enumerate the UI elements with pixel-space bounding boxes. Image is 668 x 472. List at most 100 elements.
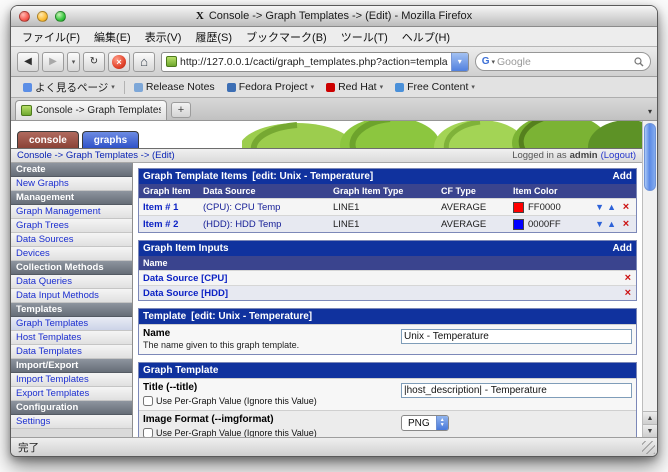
new-tab-button[interactable]: +	[171, 102, 191, 118]
search-input[interactable]	[497, 56, 632, 68]
logout-link[interactable]: (Logout)	[601, 150, 636, 161]
stop-button[interactable]: ×	[108, 52, 130, 72]
sidebar-item-devices[interactable]: Devices	[11, 247, 132, 261]
bookmark-folder-redhat[interactable]: Red Hat ▾	[320, 80, 389, 94]
scrollbar-thumb[interactable]	[644, 123, 656, 191]
list-all-tabs-button[interactable]: ▾	[648, 107, 652, 116]
breadcrumb-bar: Console -> Graph Templates -> (Edit) Log…	[11, 148, 642, 163]
graph-template-section: Graph Template Title (--title) Use Per-G…	[138, 362, 637, 437]
delete-icon[interactable]: ×	[623, 202, 629, 213]
tab-bar: Console -> Graph Templates -... + ▾	[11, 98, 657, 121]
x11-app-icon: X	[196, 10, 204, 22]
url-history-dropdown[interactable]: ▾	[451, 53, 468, 71]
browser-content: console graphs Console -> Graph Template…	[11, 121, 657, 437]
bookmark-folder-fedora[interactable]: Fedora Project ▾	[221, 80, 320, 94]
tab-console-graph-templates[interactable]: Console -> Graph Templates -...	[15, 100, 167, 120]
move-down-icon[interactable]: ▼	[595, 202, 604, 212]
search-engine-dropdown[interactable]: ▾	[491, 58, 495, 66]
delete-icon[interactable]: ×	[623, 219, 629, 230]
home-button[interactable]: ⌂	[133, 52, 155, 72]
delete-icon[interactable]: ×	[625, 288, 631, 299]
form-row-name: Name The name given to this graph templa…	[139, 324, 636, 354]
chevron-down-icon: ▾	[72, 58, 76, 66]
template-name-input[interactable]	[401, 329, 632, 344]
sidebar-item-data-templates[interactable]: Data Templates	[11, 345, 132, 359]
search-bar[interactable]: G ▾	[475, 52, 651, 71]
url-input[interactable]	[177, 56, 451, 68]
menu-help[interactable]: ヘルプ(H)	[395, 29, 457, 45]
sidebar-item-data-queries[interactable]: Data Queries	[11, 275, 132, 289]
menu-view[interactable]: 表示(V)	[138, 29, 189, 45]
folder-icon	[395, 83, 404, 92]
login-status: Logged in as admin (Logout)	[512, 150, 636, 161]
delete-icon[interactable]: ×	[625, 273, 631, 284]
cacti-sidebar: Create New Graphs Management Graph Manag…	[11, 163, 133, 437]
table-header-row: Name	[139, 256, 636, 270]
field-description: The name given to this graph template.	[143, 340, 393, 350]
menu-file[interactable]: ファイル(F)	[15, 29, 87, 45]
zoom-window-button[interactable]	[55, 11, 66, 22]
chevron-down-icon: ▾	[311, 83, 315, 91]
sidebar-item-graph-management[interactable]: Graph Management	[11, 205, 132, 219]
scroll-up-button[interactable]: ▲	[643, 411, 657, 424]
menu-edit[interactable]: 編集(E)	[87, 29, 138, 45]
tab-favicon	[21, 105, 32, 116]
sidebar-item-settings[interactable]: Settings	[11, 415, 132, 429]
move-up-icon[interactable]: ▲	[607, 202, 616, 212]
back-button[interactable]: ◀	[17, 52, 39, 72]
sidebar-item-graph-templates[interactable]: Graph Templates	[11, 317, 132, 331]
forward-button[interactable]: ▶	[42, 52, 64, 72]
bookmark-folder-free-content[interactable]: Free Content ▾	[389, 80, 481, 94]
field-label: Name	[143, 328, 393, 339]
resize-grip[interactable]	[642, 441, 655, 454]
scroll-down-button[interactable]: ▼	[643, 424, 657, 437]
graph-item-input-link[interactable]: Data Source [CPU]	[143, 273, 227, 284]
add-graph-item-link[interactable]: Add	[613, 171, 632, 182]
graph-title-input[interactable]	[401, 383, 632, 398]
sidebar-item-export-templates[interactable]: Export Templates	[11, 387, 132, 401]
google-icon: G	[482, 56, 490, 67]
image-format-select[interactable]: PNG ▲ ▼	[401, 415, 449, 431]
tab-graphs[interactable]: graphs	[82, 131, 139, 148]
sidebar-item-new-graphs[interactable]: New Graphs	[11, 177, 132, 191]
vertical-scrollbar[interactable]: ▲ ▼	[642, 121, 657, 437]
main-content: Graph Template Items [edit: Unix - Tempe…	[133, 163, 642, 437]
back-forward-dropdown[interactable]: ▾	[67, 52, 80, 72]
graph-item-link[interactable]: Item # 1	[143, 202, 178, 213]
select-stepper-icon: ▲ ▼	[436, 416, 448, 430]
breadcrumb[interactable]: Console -> Graph Templates -> (Edit)	[17, 150, 175, 161]
graph-item-link[interactable]: Item # 2	[143, 219, 178, 230]
site-favicon	[166, 56, 177, 67]
menu-bar: ファイル(F) 編集(E) 表示(V) 履歴(S) ブックマーク(B) ツール(…	[11, 27, 657, 47]
chevron-down-icon: ▾	[471, 83, 475, 91]
bookmark-most-visited[interactable]: よく見るページ ▾	[17, 79, 121, 96]
template-section: Template [edit: Unix - Temperature] Name…	[138, 308, 637, 355]
use-per-graph-value-checkbox[interactable]	[143, 428, 153, 437]
sidebar-item-data-input-methods[interactable]: Data Input Methods	[11, 289, 132, 303]
move-down-icon[interactable]: ▼	[595, 219, 604, 229]
graph-item-input-link[interactable]: Data Source [HDD]	[143, 288, 228, 299]
sidebar-item-import-templates[interactable]: Import Templates	[11, 373, 132, 387]
use-per-graph-value-checkbox[interactable]	[143, 396, 153, 406]
close-window-button[interactable]	[19, 11, 30, 22]
menu-history[interactable]: 履歴(S)	[188, 29, 239, 45]
smart-folder-icon	[23, 83, 32, 92]
sidebar-item-host-templates[interactable]: Host Templates	[11, 331, 132, 345]
color-swatch	[513, 202, 524, 213]
reload-button[interactable]: ↻	[83, 52, 105, 72]
sidebar-item-graph-trees[interactable]: Graph Trees	[11, 219, 132, 233]
graph-item-inputs-section: Graph Item Inputs Add Name Data Source […	[138, 240, 637, 301]
tab-console[interactable]: console	[17, 131, 79, 148]
logged-in-user: admin	[570, 150, 598, 161]
checkbox-label: Use Per-Graph Value (Ignore this Value)	[156, 428, 317, 437]
search-icon[interactable]	[634, 57, 644, 67]
menu-bookmarks[interactable]: ブックマーク(B)	[239, 29, 334, 45]
bookmark-icon	[134, 83, 143, 92]
bookmark-release-notes[interactable]: Release Notes	[128, 80, 221, 94]
move-up-icon[interactable]: ▲	[607, 219, 616, 229]
menu-tools[interactable]: ツール(T)	[334, 29, 395, 45]
sidebar-item-data-sources[interactable]: Data Sources	[11, 233, 132, 247]
add-graph-item-input-link[interactable]: Add	[613, 243, 632, 254]
url-bar[interactable]: ▾	[161, 52, 469, 72]
minimize-window-button[interactable]	[37, 11, 48, 22]
